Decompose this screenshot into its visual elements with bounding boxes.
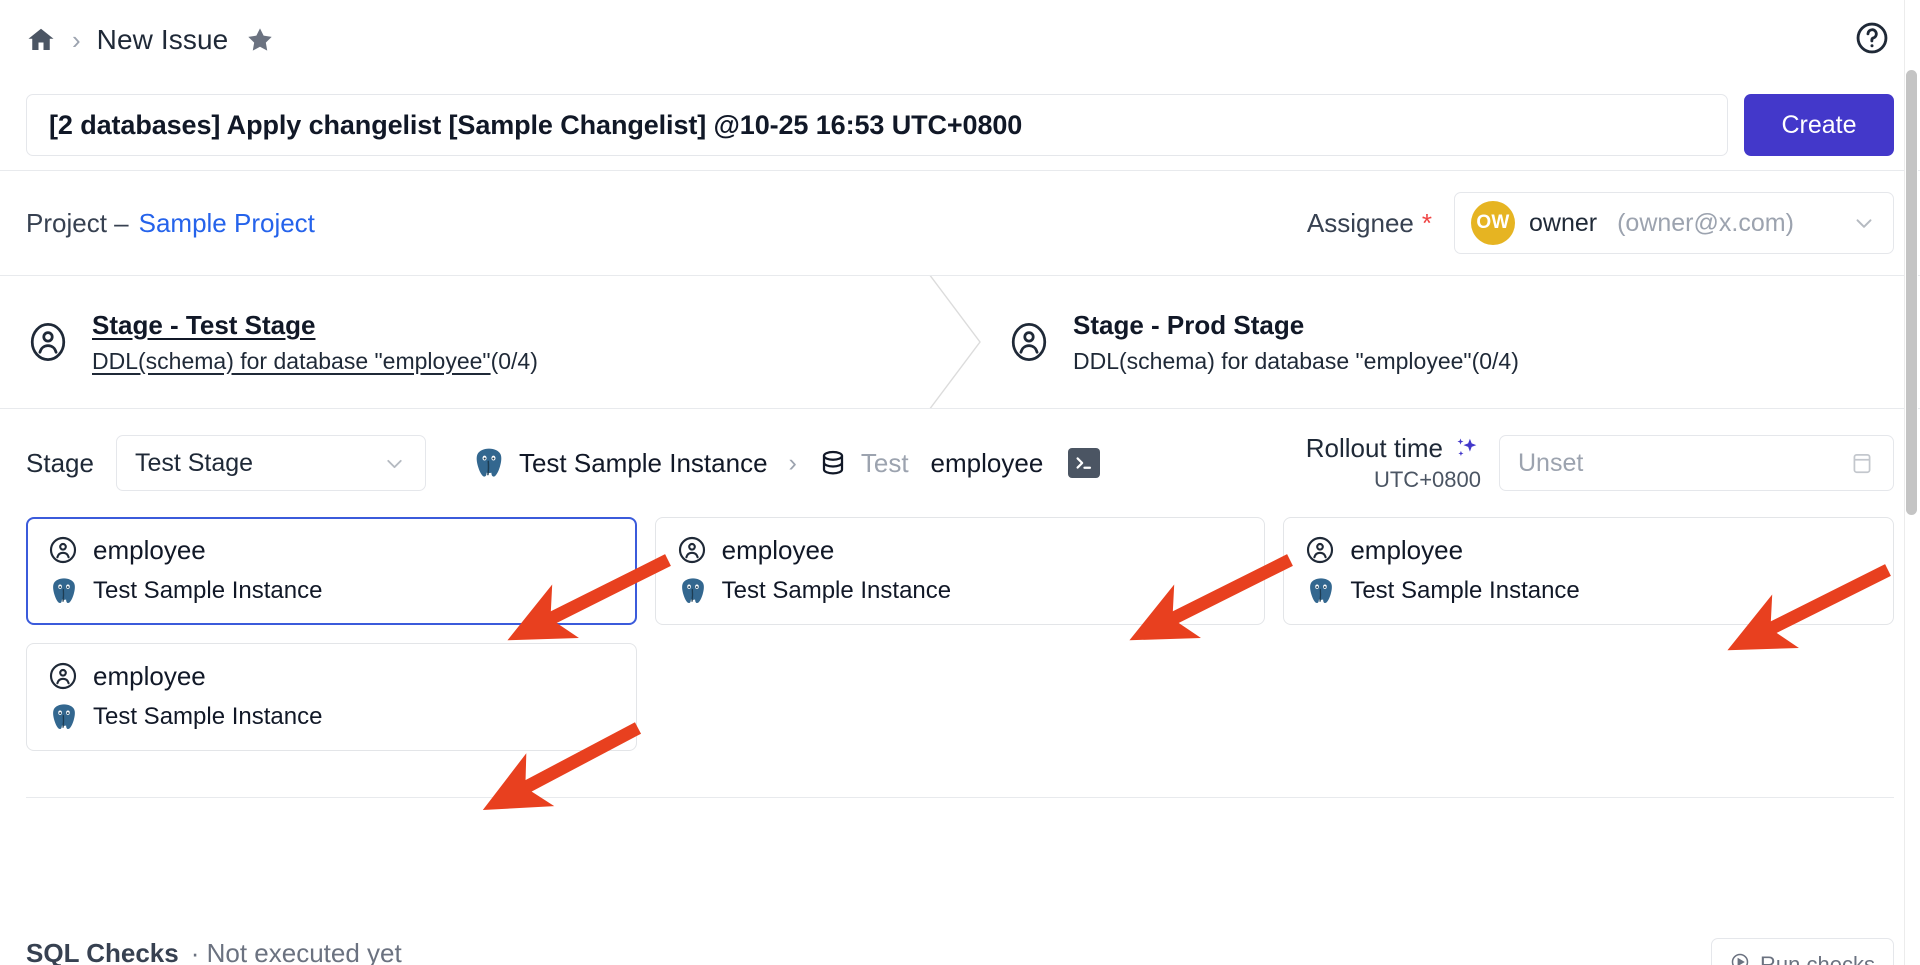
- user-circle-icon: [676, 534, 708, 566]
- run-checks-button[interactable]: Run checks: [1711, 938, 1894, 965]
- rollout-time-placeholder: Unset: [1518, 448, 1584, 477]
- play-icon: [1730, 952, 1750, 965]
- database-name[interactable]: employee: [931, 448, 1044, 479]
- stage-task: DDL(schema) for database "employee"(0/4): [1073, 348, 1519, 375]
- instance-name[interactable]: Test Sample Instance: [519, 448, 768, 479]
- star-icon[interactable]: [246, 26, 274, 54]
- breadcrumb: › New Issue: [0, 0, 1920, 80]
- stage-select-value: Test Stage: [134, 448, 254, 477]
- postgresql-icon: [472, 446, 506, 480]
- stage-progress-bar: Stage - Test Stage DDL(schema) for datab…: [0, 276, 1920, 408]
- breadcrumb-arrow: ›: [788, 448, 797, 477]
- user-circle-icon: [47, 534, 79, 566]
- postgresql-icon: [49, 576, 79, 606]
- database-icon: [818, 448, 848, 478]
- chevron-down-icon: [382, 451, 407, 476]
- database-card[interactable]: employee Test Sample Instance: [26, 643, 637, 751]
- database-breadcrumb: Test Sample Instance › Test employee: [472, 446, 1101, 480]
- card-database-name: employee: [1350, 534, 1464, 565]
- postgresql-icon: [49, 702, 79, 732]
- breadcrumb-separator: ›: [72, 25, 81, 55]
- project-label: Project –: [26, 207, 129, 238]
- stage-select-label: Stage: [26, 447, 94, 478]
- stage-item-test-stage[interactable]: Stage - Test Stage DDL(schema) for datab…: [0, 276, 939, 408]
- user-circle-icon: [26, 320, 70, 364]
- card-instance-name: Test Sample Instance: [93, 577, 323, 604]
- stage-task-text: DDL(schema) for database "employee": [92, 347, 491, 374]
- user-circle-icon: [1007, 320, 1051, 364]
- card-instance-name: Test Sample Instance: [1350, 577, 1580, 604]
- database-card[interactable]: employee Test Sample Instance: [654, 517, 1266, 625]
- stage-title: Stage - Test Stage: [92, 309, 316, 340]
- card-database-name: employee: [721, 534, 835, 565]
- page-root: › New Issue Create Project – Sample Proj…: [0, 0, 1920, 965]
- issue-title-input[interactable]: [26, 94, 1728, 156]
- rollout-time-input[interactable]: Unset: [1499, 435, 1894, 491]
- database-cards-grid: employee Test Sample Instance employee T…: [26, 517, 1894, 751]
- issue-title-row: Create: [0, 80, 1920, 170]
- rollout-time-group: Rollout time UTC+0800 Unset: [1306, 433, 1894, 493]
- page-title: New Issue: [96, 24, 229, 55]
- terminal-icon[interactable]: [1068, 448, 1101, 478]
- database-card[interactable]: employee Test Sample Instance: [26, 517, 637, 625]
- assignee-email: (owner@x.com): [1617, 208, 1794, 237]
- help-icon[interactable]: [1854, 20, 1890, 56]
- rollout-time-label: Rollout time: [1305, 433, 1443, 463]
- stage-item-prod-stage[interactable]: Stage - Prod Stage DDL(schema) for datab…: [939, 276, 1920, 408]
- database-environment: Test: [860, 447, 909, 478]
- calendar-icon: [1849, 450, 1875, 476]
- run-checks-label: Run checks: [1760, 952, 1875, 965]
- card-database-name: employee: [93, 660, 206, 691]
- required-marker: *: [1421, 207, 1432, 238]
- rollout-timezone: UTC+0800: [1373, 467, 1481, 492]
- project-link[interactable]: Sample Project: [139, 208, 315, 239]
- user-circle-icon: [47, 660, 79, 692]
- card-instance-name: Test Sample Instance: [93, 703, 323, 730]
- database-card[interactable]: employee Test Sample Instance: [1283, 517, 1894, 625]
- stage-task-text: DDL(schema) for database "employee": [1073, 347, 1472, 374]
- card-database-name: employee: [93, 534, 206, 565]
- assignee-select[interactable]: OW owner (owner@x.com): [1454, 192, 1894, 254]
- home-icon[interactable]: [26, 25, 56, 55]
- stage-task: DDL(schema) for database "employee"(0/4): [92, 348, 538, 375]
- sql-checks-title: SQL Checks: [26, 938, 179, 965]
- stage-task-count: (0/4): [490, 347, 538, 374]
- user-circle-icon: [1304, 534, 1336, 566]
- stage-title: Stage - Prod Stage: [1073, 309, 1305, 340]
- stage-task-count: (0/4): [1471, 347, 1519, 374]
- assignee-label: Assignee: [1306, 207, 1414, 238]
- postgresql-icon: [678, 576, 708, 606]
- divider: [26, 797, 1894, 798]
- create-button[interactable]: Create: [1744, 94, 1894, 156]
- database-cards-area: employee Test Sample Instance employee T…: [0, 517, 1920, 798]
- stage-config-row: Stage Test Stage Test Sample Instance › …: [0, 409, 1920, 517]
- sql-checks-status: · Not executed yet: [190, 938, 402, 965]
- card-instance-name: Test Sample Instance: [721, 577, 952, 604]
- postgresql-icon: [1306, 576, 1336, 606]
- scrollbar-thumb[interactable]: [1906, 70, 1917, 515]
- chevron-down-icon: [1851, 210, 1877, 236]
- assignee-name: owner: [1529, 208, 1598, 237]
- avatar: OW: [1471, 201, 1515, 245]
- project-assignee-row: Project – Sample Project Assignee * OW o…: [0, 171, 1920, 275]
- sparkles-icon[interactable]: [1453, 435, 1481, 463]
- stage-select[interactable]: Test Stage: [115, 435, 426, 491]
- rollout-labels: Rollout time UTC+0800: [1306, 433, 1481, 493]
- sql-checks-section: SQL Checks · Not executed yet Run checks: [0, 938, 1920, 965]
